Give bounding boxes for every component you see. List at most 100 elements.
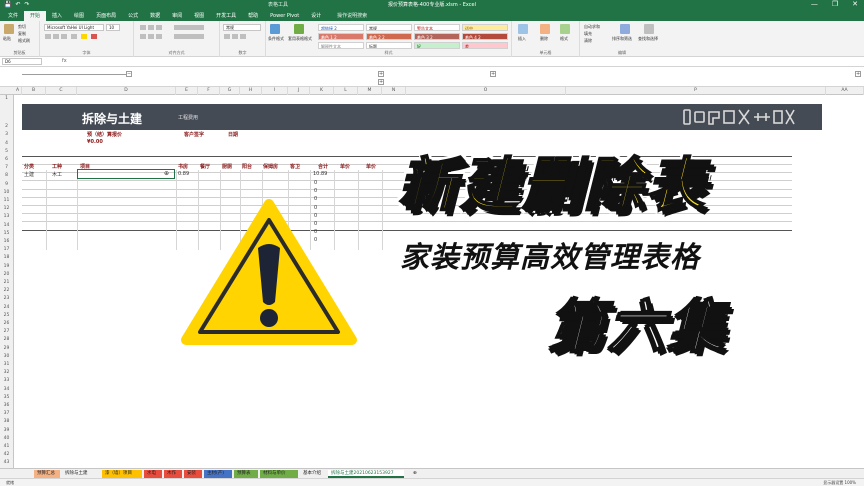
copy-button[interactable]: 复制 bbox=[18, 31, 26, 37]
tab-9[interactable]: 开发工具 bbox=[210, 11, 242, 21]
format-as-table-icon[interactable] bbox=[294, 24, 304, 34]
row-header-18[interactable]: 18 bbox=[0, 255, 13, 260]
name-box[interactable]: D6 bbox=[2, 58, 42, 65]
insert-cells-button[interactable]: 插入 bbox=[518, 36, 526, 42]
selected-cell-d6[interactable] bbox=[77, 169, 175, 179]
cell-style-8[interactable]: 解释性文本 bbox=[318, 42, 364, 49]
paste-icon[interactable] bbox=[4, 24, 14, 34]
column-header-J[interactable]: J bbox=[288, 87, 310, 95]
row-header-25[interactable]: 25 bbox=[0, 313, 13, 318]
row-header-39[interactable]: 39 bbox=[0, 428, 13, 433]
row6-first-value[interactable]: 0.89 bbox=[178, 171, 189, 177]
sheet-tab-6[interactable]: 主材(产) bbox=[204, 470, 232, 478]
align-center-icon[interactable] bbox=[148, 34, 154, 39]
minimize-icon[interactable]: — bbox=[811, 0, 818, 8]
sheet-tab-3[interactable]: 水电 bbox=[144, 470, 162, 478]
sheet-tab-4[interactable]: 木作 bbox=[164, 470, 182, 478]
sheet-tab-8[interactable]: 材料与单价 bbox=[260, 470, 298, 478]
align-bottom-icon[interactable] bbox=[156, 25, 162, 30]
row-header-6[interactable]: 6 bbox=[0, 157, 13, 162]
sheet-tab-10[interactable]: 拆除与土建20210623153927 bbox=[328, 470, 404, 478]
column-header-L[interactable]: L bbox=[334, 87, 358, 95]
tab-6[interactable]: 数据 bbox=[144, 11, 166, 21]
row-header-40[interactable]: 40 bbox=[0, 436, 13, 441]
clear-button[interactable]: 清除 bbox=[584, 38, 592, 44]
row-header-19[interactable]: 19 bbox=[0, 264, 13, 269]
tab-7[interactable]: 审阅 bbox=[166, 11, 188, 21]
cut-button[interactable]: 剪切 bbox=[18, 24, 26, 30]
find-select-icon[interactable] bbox=[644, 24, 654, 34]
row-header-14[interactable]: 14 bbox=[0, 223, 13, 228]
delete-cells-button[interactable]: 删除 bbox=[540, 36, 548, 42]
conditional-format-icon[interactable] bbox=[270, 24, 280, 34]
outline-expand-button-3[interactable]: + bbox=[490, 71, 496, 77]
number-format-select[interactable]: 常规 bbox=[223, 24, 261, 31]
currency-icon[interactable] bbox=[224, 34, 230, 39]
row-header-27[interactable]: 27 bbox=[0, 329, 13, 334]
autosum-button[interactable]: 自动求和 bbox=[584, 24, 600, 30]
align-left-icon[interactable] bbox=[140, 34, 146, 39]
format-cells-icon[interactable] bbox=[560, 24, 570, 34]
underline-icon[interactable] bbox=[61, 34, 67, 39]
wrap-text-icon[interactable] bbox=[174, 25, 204, 30]
italic-icon[interactable] bbox=[53, 34, 59, 39]
outline-expand-button-2[interactable]: + bbox=[378, 79, 384, 85]
column-header-I[interactable]: I bbox=[262, 87, 288, 95]
row-header-3[interactable]: 3 bbox=[0, 132, 13, 137]
row-header-43[interactable]: 43 bbox=[0, 460, 13, 465]
column-header-C[interactable]: C bbox=[46, 87, 77, 95]
paste-button[interactable]: 粘贴 bbox=[3, 36, 11, 42]
cell-style-6[interactable]: 着色 3 2 bbox=[414, 33, 460, 40]
row-header-10[interactable]: 10 bbox=[0, 190, 13, 195]
row-header-35[interactable]: 35 bbox=[0, 395, 13, 400]
row-header-29[interactable]: 29 bbox=[0, 346, 13, 351]
total-zero-0[interactable]: 0 bbox=[314, 180, 317, 186]
cell-style-7[interactable]: 着色 4 2 bbox=[462, 33, 508, 40]
column-header-D[interactable]: D bbox=[77, 87, 176, 95]
row-header-38[interactable]: 38 bbox=[0, 419, 13, 424]
tab-11[interactable]: Power Pivot bbox=[264, 11, 305, 21]
column-header-N[interactable]: N bbox=[382, 87, 406, 95]
conditional-format-button[interactable]: 条件格式 bbox=[268, 36, 284, 42]
column-header-A[interactable]: A bbox=[14, 87, 22, 95]
tab-3[interactable]: 绘图 bbox=[68, 11, 90, 21]
formula-input[interactable] bbox=[76, 58, 856, 65]
row-header-13[interactable]: 13 bbox=[0, 214, 13, 219]
row-header-8[interactable]: 8 bbox=[0, 173, 13, 178]
row-header-1[interactable]: 1 bbox=[0, 96, 13, 101]
row-header-28[interactable]: 28 bbox=[0, 337, 13, 342]
align-top-icon[interactable] bbox=[140, 25, 146, 30]
bold-icon[interactable] bbox=[45, 34, 51, 39]
row6-trade[interactable]: 木工 bbox=[52, 171, 62, 178]
font-name-select[interactable]: Microsoft YaHei UI Light bbox=[44, 24, 104, 31]
column-header-G[interactable]: G bbox=[220, 87, 240, 95]
fill-button[interactable]: 填充 bbox=[584, 31, 592, 37]
cell-style-5[interactable]: 着色 2 2 bbox=[366, 33, 412, 40]
cell-style-11[interactable]: 差 bbox=[462, 42, 508, 49]
row-header-7[interactable]: 7 bbox=[0, 165, 13, 170]
row-header-17[interactable]: 17 bbox=[0, 247, 13, 252]
fx-icon[interactable]: fx bbox=[62, 58, 67, 64]
sort-filter-button[interactable]: 排序和筛选 bbox=[612, 36, 632, 42]
insert-cells-icon[interactable] bbox=[518, 24, 528, 34]
percent-icon[interactable] bbox=[232, 34, 238, 39]
comma-icon[interactable] bbox=[240, 34, 246, 39]
zoom-indicator[interactable]: 显示器设置 100% bbox=[823, 480, 856, 486]
cell-style-0[interactable]: 超链接 2 bbox=[318, 24, 364, 31]
row-header-4[interactable]: 4 bbox=[0, 141, 13, 146]
cell-style-4[interactable]: 着色 1 2 bbox=[318, 33, 364, 40]
column-header-M[interactable]: M bbox=[358, 87, 382, 95]
delete-cells-icon[interactable] bbox=[540, 24, 550, 34]
row-header-31[interactable]: 31 bbox=[0, 362, 13, 367]
tab-12[interactable]: 设计 bbox=[305, 11, 327, 21]
total-zero-1[interactable]: 0 bbox=[314, 188, 317, 194]
row-header-15[interactable]: 15 bbox=[0, 231, 13, 236]
row-header-5[interactable]: 5 bbox=[0, 149, 13, 154]
column-header-F[interactable]: F bbox=[198, 87, 220, 95]
find-select-button[interactable]: 查找和选择 bbox=[638, 36, 658, 42]
fill-color-icon[interactable] bbox=[81, 34, 87, 39]
cell-style-2[interactable]: 警告文本 bbox=[414, 24, 460, 31]
row-header-32[interactable]: 32 bbox=[0, 370, 13, 375]
row-header-9[interactable]: 9 bbox=[0, 182, 13, 187]
row-header-26[interactable]: 26 bbox=[0, 321, 13, 326]
